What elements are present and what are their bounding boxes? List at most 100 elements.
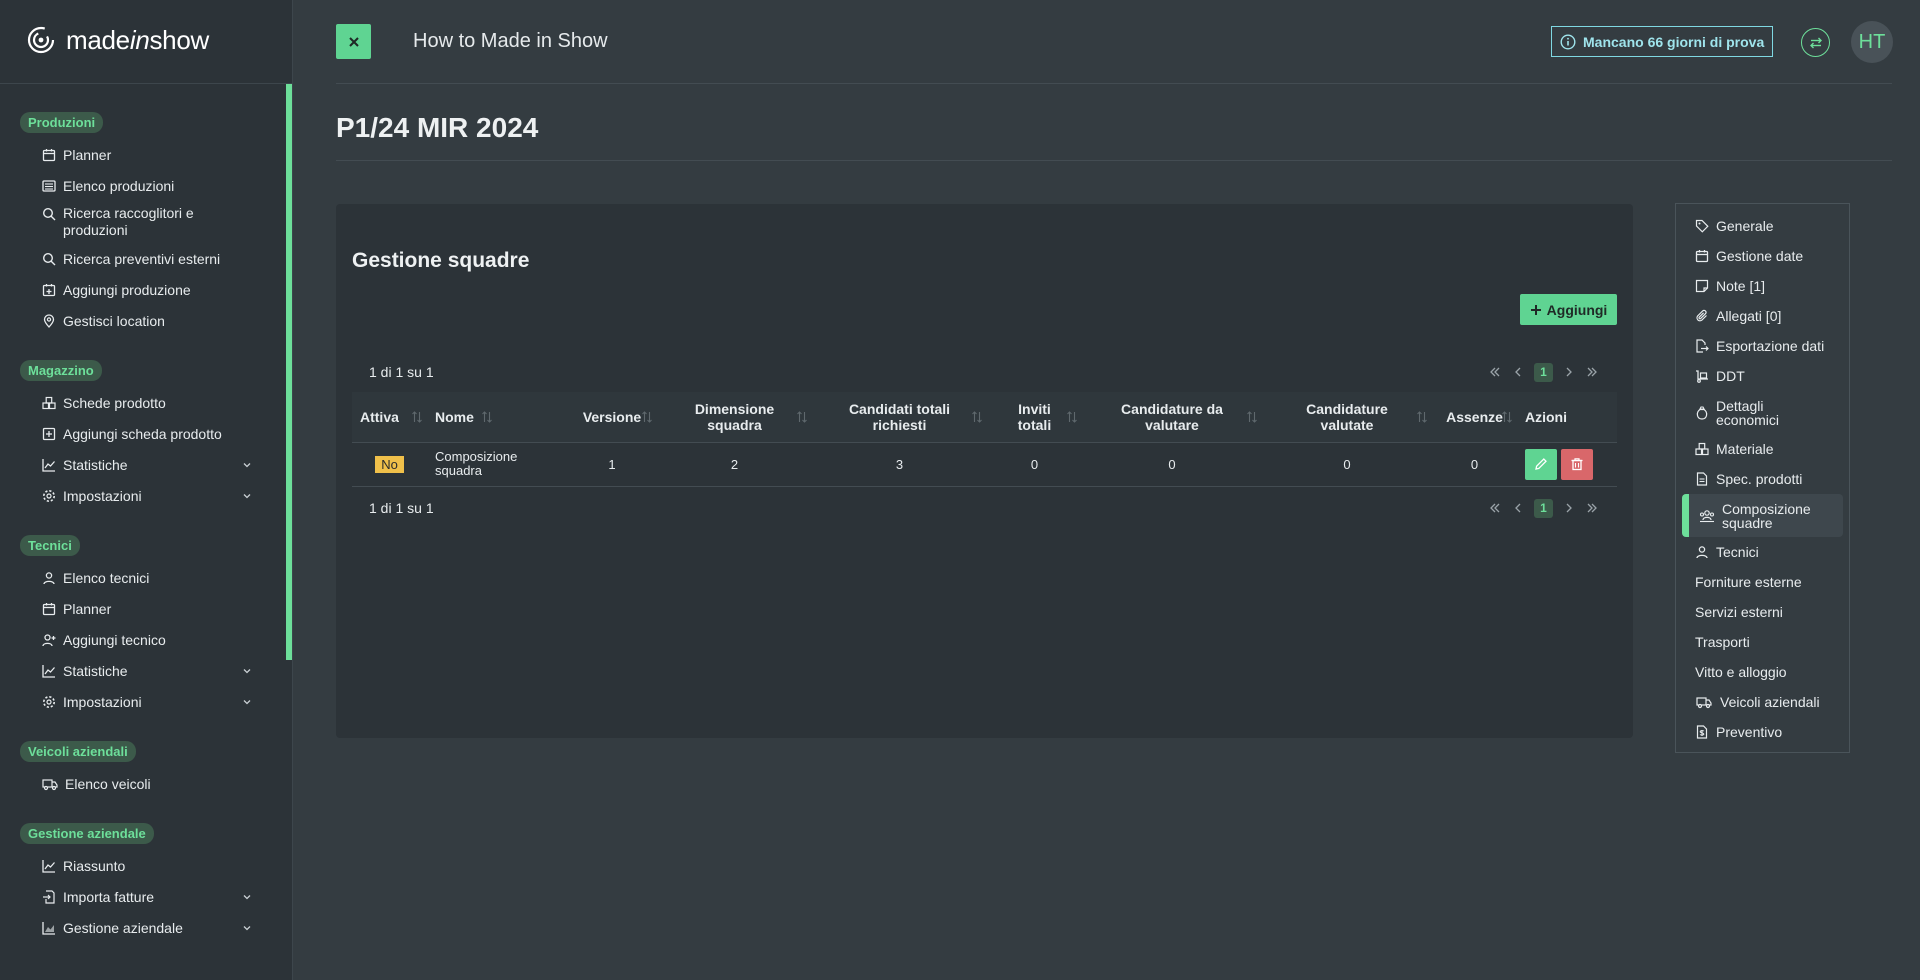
trial-text: Mancano 66 giorni di prova [1583, 33, 1765, 50]
column-header-da-valutare[interactable]: Candidature da valutare [1082, 392, 1262, 443]
chevron-right-icon[interactable] [1562, 501, 1576, 515]
add-button[interactable]: Aggiungi [1520, 294, 1617, 325]
sidebar-item-elenco-produzioni[interactable]: Elenco produzioni [20, 170, 260, 201]
menu-item-generale[interactable]: Generale [1676, 211, 1849, 241]
sidebar-divider [0, 83, 292, 84]
menu-item-materiale[interactable]: Materiale [1676, 434, 1849, 464]
sidebar-item-label: Elenco tecnici [63, 569, 150, 586]
menu-item-veicoli-aziendali[interactable]: Veicoli aziendali [1676, 687, 1849, 717]
tag-icon [1695, 219, 1709, 233]
avatar[interactable]: HT [1851, 21, 1893, 63]
menu-item-tecnici[interactable]: Tecnici [1676, 537, 1849, 567]
sidebar-item-impostazioni-tecnici[interactable]: Impostazioni [20, 686, 260, 717]
sticky-note-icon [1695, 279, 1709, 293]
menu-item-esportazione-dati[interactable]: Esportazione dati [1676, 331, 1849, 361]
sidebar-item-aggiungi-produzione[interactable]: Aggiungi produzione [20, 274, 260, 305]
menu-item-spec-prodotti[interactable]: Spec. prodotti [1676, 464, 1849, 494]
column-header-versione[interactable]: Versione [567, 392, 657, 443]
trial-banner[interactable]: Mancano 66 giorni di prova [1551, 26, 1774, 57]
pencil-icon [1535, 458, 1547, 470]
column-header-dimensione[interactable]: Dimensione squadra [657, 392, 812, 443]
pager-controls: 1 [1488, 362, 1599, 382]
column-header-attiva[interactable]: Attiva [352, 392, 427, 443]
column-header-valutate[interactable]: Candidature valutate [1262, 392, 1432, 443]
plus-square-icon [42, 427, 56, 440]
sidebar-item-label: Statistiche [63, 662, 128, 679]
table-row[interactable]: No Composizione squadra 1 2 3 0 0 0 0 [352, 442, 1617, 487]
sidebar-item-label: Importa fatture [63, 888, 155, 905]
column-header-assenze[interactable]: Assenze [1432, 392, 1517, 443]
page-number[interactable]: 1 [1534, 498, 1553, 518]
users-group-icon [1699, 509, 1715, 522]
sidebar-item-impostazioni-magazzino[interactable]: Impostazioni [20, 480, 260, 511]
chevron-down-icon [243, 894, 251, 899]
sidebar-scrollbar[interactable] [286, 84, 292, 660]
menu-item-forniture-esterne[interactable]: Forniture esterne [1676, 567, 1849, 597]
sidebar-item-label: Gestisci location [63, 312, 165, 329]
sidebar-item-label: Elenco produzioni [63, 177, 175, 194]
chart-area-icon [42, 921, 55, 935]
cell-attiva: No [352, 442, 427, 487]
switch-account-button[interactable] [1801, 28, 1830, 57]
logo-text: madeinshow [66, 24, 209, 55]
menu-item-ddt[interactable]: DDT [1676, 361, 1849, 391]
sidebar-item-label: Aggiungi produzione [63, 281, 191, 298]
sidebar-item-gestione-aziendale[interactable]: Gestione aziendale [20, 912, 260, 943]
close-button[interactable] [336, 24, 371, 59]
app-title: How to Made in Show [413, 30, 608, 52]
sidebar-item-aggiungi-tecnico[interactable]: Aggiungi tecnico [20, 624, 260, 655]
sidebar-item-statistiche-tecnici[interactable]: Statistiche [20, 655, 260, 686]
section-gestione-aziendale: Gestione aziendale Riassunto Importa fat… [20, 823, 260, 943]
menu-item-gestione-date[interactable]: Gestione date [1676, 241, 1849, 271]
sidebar-item-ricerca-raccoglitori[interactable]: Ricerca raccoglitori e produzioni [20, 201, 260, 243]
column-header-azioni: Azioni [1517, 392, 1617, 443]
sidebar-item-importa-fatture[interactable]: Importa fatture [20, 881, 260, 912]
info-icon [1560, 33, 1576, 50]
brand-logo[interactable]: madeinshow [26, 24, 209, 56]
menu-item-vitto-alloggio[interactable]: Vitto e alloggio [1676, 657, 1849, 687]
sidebar-item-statistiche-magazzino[interactable]: Statistiche [20, 449, 260, 480]
sidebar-item-planner-tecnici[interactable]: Planner [20, 593, 260, 624]
sidebar-item-label: Impostazioni [63, 487, 142, 504]
menu-item-preventivo[interactable]: Preventivo [1676, 717, 1849, 747]
page-number[interactable]: 1 [1534, 362, 1553, 382]
chevron-right-icon[interactable] [1562, 365, 1576, 379]
sidebar-item-ricerca-preventivi[interactable]: Ricerca preventivi esterni [20, 243, 260, 274]
menu-item-trasporti[interactable]: Trasporti [1676, 627, 1849, 657]
page-title: P1/24 MIR 2024 [336, 112, 539, 143]
sidebar-item-aggiungi-scheda-prodotto[interactable]: Aggiungi scheda prodotto [20, 418, 260, 449]
chevron-left-icon[interactable] [1511, 501, 1525, 515]
sort-icon [972, 410, 982, 423]
menu-item-servizi-esterni[interactable]: Servizi esterni [1676, 597, 1849, 627]
file-export-icon [1696, 339, 1709, 353]
delete-button[interactable] [1561, 448, 1593, 480]
edit-button[interactable] [1525, 448, 1557, 480]
chevrons-left-icon[interactable] [1488, 501, 1502, 515]
column-header-inviti[interactable]: Inviti totali [987, 392, 1082, 443]
menu-item-dettagli-economici[interactable]: Dettagli economici [1676, 391, 1849, 434]
section-magazzino: Magazzino Schede prodotto Aggiungi sched… [20, 360, 260, 511]
menu-item-allegati[interactable]: Allegati [0] [1676, 301, 1849, 331]
pagination-bottom: 1 di 1 su 1 1 [369, 498, 1599, 518]
column-header-nome[interactable]: Nome [427, 392, 567, 443]
chevron-down-icon [243, 668, 251, 673]
sidebar-item-riassunto[interactable]: Riassunto [20, 850, 260, 881]
sidebar-item-elenco-veicoli[interactable]: Elenco veicoli [20, 768, 260, 799]
sort-icon [797, 410, 807, 423]
sidebar-item-elenco-tecnici[interactable]: Elenco tecnici [20, 562, 260, 593]
chevrons-right-icon[interactable] [1585, 365, 1599, 379]
sidebar-item-schede-prodotto[interactable]: Schede prodotto [20, 387, 260, 418]
sidebar-item-planner[interactable]: Planner [20, 139, 260, 170]
menu-item-composizione-squadre[interactable]: Composizione squadre [1682, 494, 1843, 537]
chevrons-right-icon[interactable] [1585, 501, 1599, 515]
menu-item-note[interactable]: Note [1] [1676, 271, 1849, 301]
truck-icon [1696, 697, 1712, 709]
chevron-left-icon[interactable] [1511, 365, 1525, 379]
chevrons-left-icon[interactable] [1488, 365, 1502, 379]
column-header-candidati[interactable]: Candidati totali richiesti [812, 392, 987, 443]
truck-icon [42, 778, 58, 790]
chart-line-icon [42, 859, 55, 873]
sidebar-item-gestisci-location[interactable]: Gestisci location [20, 305, 260, 336]
sidebar-item-label: Planner [63, 146, 112, 163]
chevron-down-icon [243, 925, 251, 930]
